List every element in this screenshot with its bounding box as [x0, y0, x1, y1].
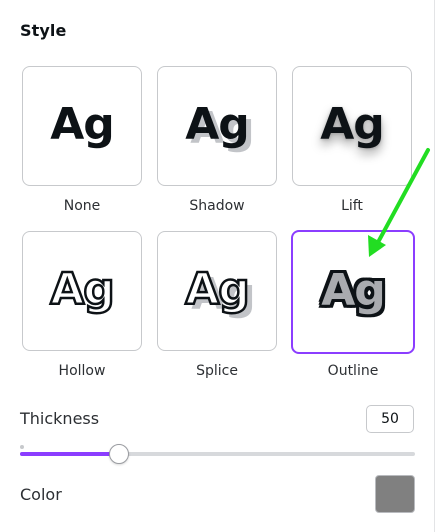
- style-option-splice[interactable]: Ag: [157, 231, 277, 351]
- style-preview-outline: Ag: [321, 265, 386, 316]
- style-label-outline: Outline: [327, 363, 379, 379]
- style-label-lift: Lift: [341, 198, 363, 214]
- thickness-value-input[interactable]: 50: [366, 405, 414, 433]
- style-label-none: None: [63, 198, 101, 214]
- style-option-shadow[interactable]: Ag: [157, 66, 277, 186]
- style-label-splice: Splice: [196, 363, 238, 379]
- thickness-slider-fill: [20, 452, 119, 456]
- style-preview-hollow: Ag: [49, 263, 116, 317]
- style-section-title: Style: [20, 21, 67, 40]
- thickness-slider-thumb[interactable]: [109, 444, 129, 464]
- style-preview-shadow: Ag: [185, 99, 250, 150]
- panel-divider: [434, 0, 435, 532]
- style-option-lift[interactable]: Ag: [292, 66, 412, 186]
- style-option-outline[interactable]: Ag: [291, 230, 415, 354]
- thickness-label: Thickness: [20, 409, 100, 428]
- color-swatch-button[interactable]: [375, 475, 415, 513]
- slider-min-marker: [20, 445, 24, 449]
- style-label-shadow: Shadow: [189, 198, 245, 214]
- style-preview-lift: Ag: [320, 99, 385, 150]
- thickness-slider-track[interactable]: [20, 452, 415, 456]
- style-option-hollow[interactable]: Ag: [22, 231, 142, 351]
- style-option-none[interactable]: Ag: [22, 66, 142, 186]
- style-label-hollow: Hollow: [58, 363, 106, 379]
- color-label: Color: [20, 485, 62, 504]
- style-preview-splice: Ag: [184, 263, 251, 317]
- style-preview-none: Ag: [50, 99, 115, 150]
